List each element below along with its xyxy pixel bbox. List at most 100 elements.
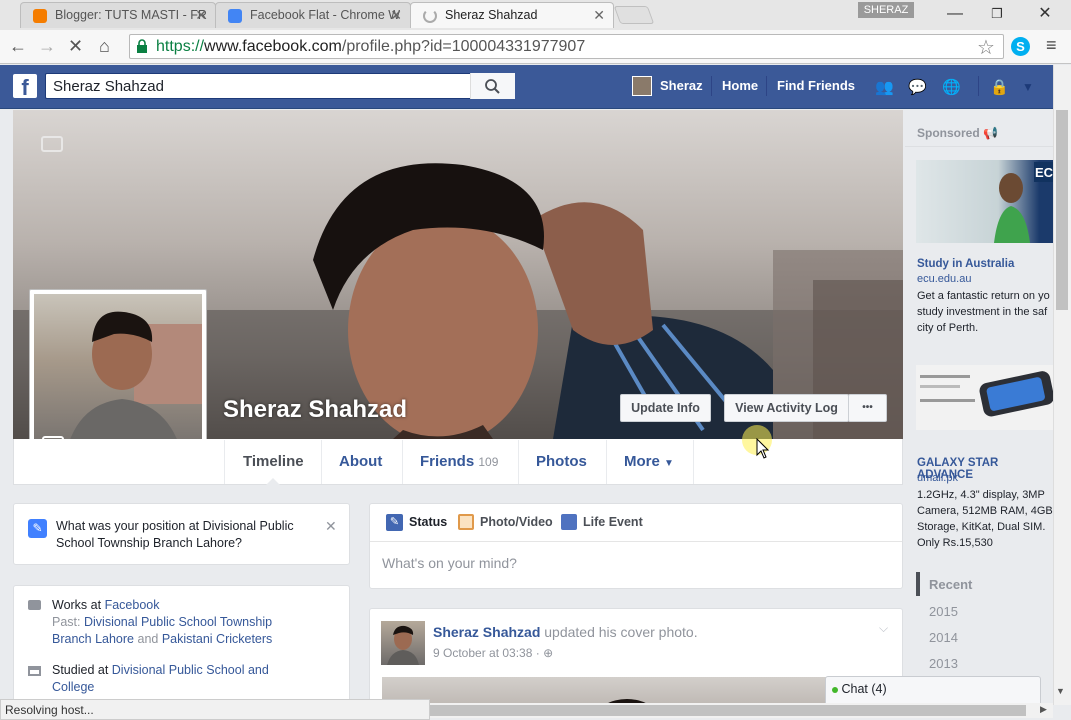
friend-requests-icon[interactable]: 👥 [875, 78, 897, 96]
ad-host-study[interactable]: ecu.edu.au [917, 273, 971, 285]
forward-arrow-icon[interactable]: → [38, 36, 56, 57]
year-link-2014[interactable]: 2014 [929, 630, 958, 645]
update-info-button[interactable]: Update Info [620, 394, 711, 422]
skype-icon[interactable]: S [1011, 37, 1030, 56]
past-prefix: Past: [52, 615, 81, 629]
ad-host-galaxy[interactable]: umall.pk [917, 472, 958, 484]
browser-tab-facebook-flat[interactable]: Facebook Flat - Chrome W ✕ [215, 2, 411, 28]
profile-question-text[interactable]: What was your position at Divisional Pub… [56, 518, 306, 552]
notifications-globe-icon[interactable]: 🌐 [942, 78, 964, 96]
post-author[interactable]: Sheraz Shahzad [433, 624, 540, 640]
tab-divider [518, 440, 519, 484]
scroll-down-arrow-icon[interactable]: ▼ [1056, 686, 1065, 696]
nav-home-link[interactable]: Home [722, 78, 758, 93]
account-menu-chevron-icon[interactable]: ▼ [1022, 80, 1034, 94]
tab-divider [606, 440, 607, 484]
sponsored-label: Sponsored [917, 126, 980, 140]
past-and: and [137, 632, 159, 646]
bookmark-star-icon[interactable]: ☆ [977, 35, 995, 60]
photo-icon [458, 514, 474, 530]
flag-icon [561, 514, 577, 530]
address-bar[interactable]: https://www.facebook.com/profile.php?id=… [129, 34, 1004, 59]
chrome-user-badge[interactable]: SHERAZ [858, 2, 914, 18]
nav-profile-link[interactable]: Sheraz [660, 78, 703, 93]
chrome-menu-icon[interactable]: ≡ [1046, 35, 1057, 56]
vertical-scrollbar-thumb[interactable] [1056, 110, 1068, 310]
browser-tab-blogger[interactable]: Blogger: TUTS MASTI - FR ✕ [20, 2, 216, 28]
ad-text-galaxy: 1.2GHz, 4.3" display, 3MP Camera, 512MB … [917, 489, 1053, 549]
ad-image-galaxy[interactable] [916, 365, 1055, 430]
nav-find-friends-link[interactable]: Find Friends [777, 78, 855, 93]
tab-divider [321, 440, 322, 484]
close-tab-icon[interactable]: ✕ [195, 7, 207, 24]
ad-text-study: Get a fantastic return on yo study inves… [917, 290, 1050, 334]
privacy-shortcuts-icon[interactable]: 🔒 [990, 78, 1012, 96]
privacy-globe-icon: ⊕ [543, 646, 554, 660]
composer-tab-photo-video[interactable]: Photo/Video [480, 515, 553, 529]
ad-image-study[interactable]: EC [916, 160, 1054, 243]
chrome-store-icon [228, 9, 242, 23]
dismiss-icon[interactable]: ✕ [325, 518, 337, 535]
svg-text:EC: EC [1035, 165, 1053, 180]
composer-tab-status[interactable]: Status [409, 515, 447, 529]
post-options-chevron-icon[interactable]: ⌵ [879, 621, 888, 636]
year-selector-indicator [916, 572, 920, 596]
tab-title: Blogger: TUTS MASTI - FR [55, 8, 207, 22]
lock-icon [137, 39, 147, 53]
tab-about[interactable]: About [339, 453, 382, 470]
composer-tab-life-event[interactable]: Life Event [583, 515, 643, 529]
chat-tab[interactable]: Chat (4) [825, 676, 1041, 704]
ad-title-study[interactable]: Study in Australia [917, 258, 1014, 270]
blogger-icon [33, 9, 47, 23]
avatar[interactable] [632, 76, 652, 96]
briefcase-icon [28, 600, 41, 610]
minimize-icon[interactable]: — [935, 3, 975, 25]
chevron-down-icon: ▼ [664, 458, 674, 469]
work-link-cricketers[interactable]: Pakistani Cricketers [162, 632, 272, 646]
tab-more[interactable]: More ▼ [624, 453, 674, 470]
year-link-recent[interactable]: Recent [929, 577, 972, 592]
new-tab-button[interactable] [613, 6, 655, 24]
browser-tab-profile[interactable]: Sheraz Shahzad ✕ [410, 2, 614, 28]
maximize-icon[interactable]: ❐ [977, 3, 1017, 25]
close-tab-icon[interactable]: ✕ [593, 7, 605, 24]
window-close-icon[interactable]: ✕ [1025, 3, 1065, 25]
scroll-right-arrow-icon[interactable]: ▶ [1040, 704, 1047, 715]
tab-photos[interactable]: Photos [536, 453, 587, 470]
megaphone-icon: 📢 [983, 126, 998, 140]
facebook-search-input[interactable]: Sheraz Shahzad [45, 73, 515, 99]
pencil-icon: ✎ [28, 519, 47, 538]
close-tab-icon[interactable]: ✕ [390, 7, 402, 24]
tab-friends[interactable]: Friends 109 [420, 453, 498, 470]
friends-count: 109 [478, 455, 499, 469]
work-info: Works at Facebook Past: Divisional Publi… [52, 597, 312, 648]
back-arrow-icon[interactable]: ← [9, 36, 27, 57]
year-link-2015[interactable]: 2015 [929, 604, 958, 619]
tab-divider [402, 440, 403, 484]
view-activity-log-button[interactable]: View Activity Log [724, 394, 849, 422]
work-link-facebook[interactable]: Facebook [105, 598, 160, 612]
stop-icon[interactable]: ✕ [68, 36, 83, 57]
nav-divider [978, 76, 979, 96]
post-timestamp[interactable]: 9 October at 03:38 · ⊕ [433, 646, 553, 660]
year-link-2013[interactable]: 2013 [929, 656, 958, 671]
post-author-avatar[interactable] [381, 621, 425, 665]
camera-icon[interactable] [41, 136, 63, 152]
tab-title: Facebook Flat - Chrome W [250, 8, 401, 22]
tab-more-label: More [624, 453, 660, 470]
timeline-post: Sheraz Shahzad updated his cover photo. … [369, 608, 903, 720]
profile-name[interactable]: Sheraz Shahzad [223, 396, 407, 424]
search-button[interactable] [470, 73, 515, 99]
right-sidebar: Sponsored 📢 EC Study in Australia ecu.ed… [905, 110, 1055, 690]
home-icon[interactable]: ⌂ [99, 36, 110, 57]
composer-input[interactable]: What's on your mind? [382, 555, 517, 571]
more-options-button[interactable]: ••• [848, 394, 887, 422]
education-info: Studied at Divisional Public School and … [52, 662, 302, 696]
messages-icon[interactable]: 💬 [908, 78, 930, 96]
facebook-logo[interactable]: f [13, 74, 37, 100]
post-time: 9 October at 03:38 · [433, 646, 540, 660]
chat-label: Chat (4) [841, 682, 887, 696]
horizontal-scrollbar-thumb[interactable] [426, 705, 1026, 716]
studied-prefix: Studied at [52, 663, 109, 677]
tab-timeline[interactable]: Timeline [243, 453, 304, 470]
